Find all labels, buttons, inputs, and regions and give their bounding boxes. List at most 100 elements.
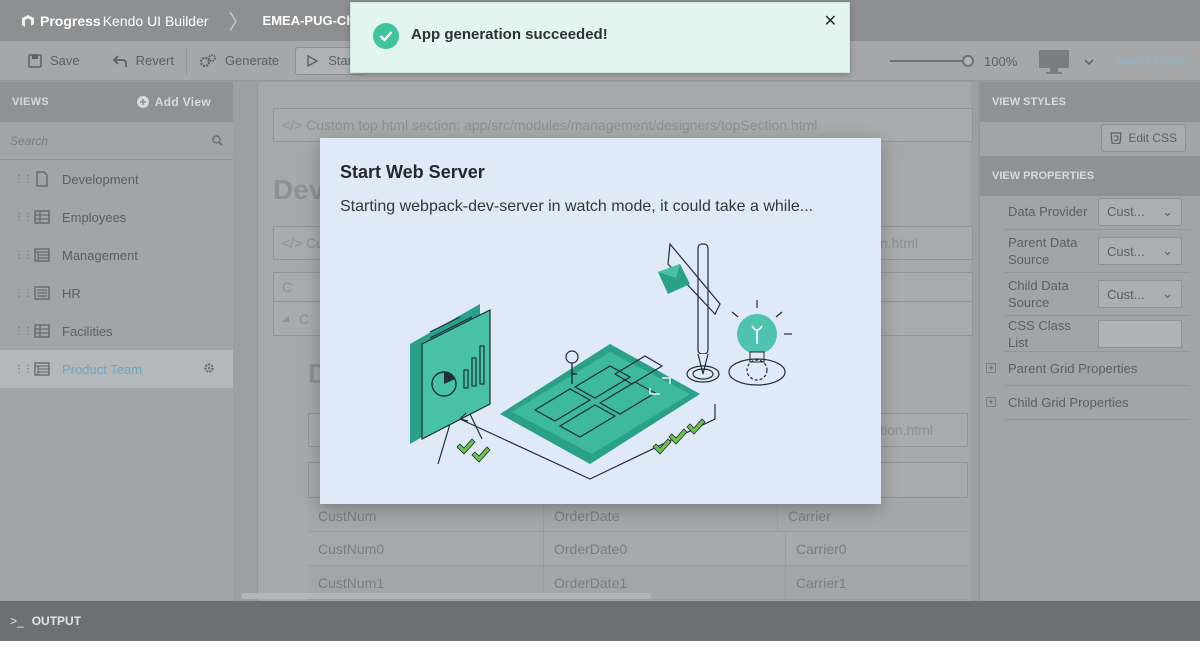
save-button[interactable]: Save [0,41,92,81]
search-icon [212,135,223,146]
view-properties-table: Data Provider Cust... ⌄ Parent Data Sourc… [986,194,1190,420]
child-grid: CustNum OrderDate Carrier CustNum0 Order… [308,500,968,600]
progress-logo-icon [22,14,34,27]
grid-group-cell: C [298,310,310,327]
play-icon [307,54,319,67]
view-item[interactable]: ⋮⋮ Management [0,236,233,274]
collapse-arrow-icon[interactable]: ◢ [282,313,289,324]
view-item-label: Management [62,247,138,263]
grid-header: CustNum OrderDate Carrier [308,500,968,532]
generate-button[interactable]: Generate [187,41,291,81]
revert-label: Revert [135,53,174,68]
properties-panel: VIEW STYLES Edit CSS VIEW PROPERTIES Dat… [979,82,1200,601]
view-properties-header: VIEW PROPERTIES [980,156,1200,196]
prop-label: CSS Class List [1008,317,1071,350]
view-item-label: Development [62,171,139,187]
dialog-title: Start Web Server [340,162,485,182]
custom-section-suffix: n.html [879,235,918,251]
prop-label: Child Data Source [1008,278,1069,310]
css-class-list-input[interactable] [1098,319,1182,348]
drag-handle-icon[interactable]: ⋮⋮ [14,212,33,223]
group-label: Child Grid Properties [1008,395,1129,410]
drag-handle-icon[interactable]: ⋮⋮ [14,288,33,299]
device-selector[interactable] [1038,49,1094,75]
generate-label: Generate [224,53,280,68]
plus-circle-icon [136,96,149,108]
dialog-message: Starting webpack-dev-server in watch mod… [340,198,814,215]
table-cell: Carrier0 [796,540,847,557]
add-view-label: Add View [154,95,211,109]
save-label: Save [50,53,80,68]
view-styles-header: VIEW STYLES [980,82,1200,122]
view-item[interactable]: ⋮⋮ HR [0,274,233,312]
search-placeholder: Search [10,133,49,148]
start-server-dialog: Start Web Server Starting webpack-dev-se… [320,138,881,504]
need-help-link[interactable]: Need Help? [1116,53,1190,69]
view-item[interactable]: ⋮⋮ Development [0,160,233,198]
view-item[interactable]: ⋮⋮ Product Team [0,350,233,388]
master-detail-icon [34,361,50,377]
select-value: Cust... [1107,286,1145,302]
project-name[interactable]: EMEA-PUG-Cha [263,13,362,28]
view-item-label: Employees [62,209,127,225]
output-label: OUTPUT [31,614,82,628]
grid-icon [34,323,50,339]
prop-label: Parent Data Source [1008,235,1078,267]
output-panel-toggle[interactable]: >_ OUTPUT [0,601,1200,641]
terminal-icon: >_ [10,614,24,628]
parent-data-source-select[interactable]: Cust... ⌄ [1098,237,1182,265]
column-header[interactable]: CustNum [308,500,544,531]
column-header[interactable]: OrderDate [544,500,778,531]
views-header: VIEWS Add View [0,82,233,122]
window-bottom-edge [0,641,1200,654]
table-cell: CustNum0 [308,532,544,565]
expand-icon[interactable]: + [986,363,996,373]
chevron-down-icon [1084,59,1094,66]
chevron-down-icon: ⌄ [1162,286,1173,301]
grid-icon [34,209,50,225]
column-header[interactable]: Carrier [778,500,968,531]
expand-icon[interactable]: + [986,397,996,407]
custom-section-prefix: </> Cu [282,235,325,251]
desktop-icon [1039,50,1069,74]
css-icon [1110,132,1123,144]
drag-handle-icon[interactable]: ⋮⋮ [14,364,33,375]
zoom-slider-handle[interactable] [962,55,974,67]
child-custom-section-suffix: ction.html [873,422,933,438]
horizontal-scrollbar[interactable] [241,593,651,599]
parent-grid-properties-group[interactable]: + Parent Grid Properties [986,352,1190,386]
prop-row-child-data-source: Child Data Source Cust... ⌄ [1004,273,1190,316]
prop-row-data-provider: Data Provider Cust... ⌄ [1004,194,1190,230]
grid-header-cell: C [282,279,293,295]
custom-top-section[interactable]: </> Custom top html section: app/src/mod… [273,108,973,142]
revert-button[interactable]: Revert [100,41,186,81]
drag-handle-icon[interactable]: ⋮⋮ [14,250,33,261]
server-illustration [410,242,792,480]
views-search-input[interactable]: Search [0,122,233,160]
child-grid-properties-group[interactable]: + Child Grid Properties [986,386,1190,420]
add-view-button[interactable]: Add View [136,95,211,109]
close-icon[interactable]: ✕ [824,11,837,31]
gear-icon[interactable] [203,362,215,377]
edit-css-button[interactable]: Edit CSS [1101,124,1186,152]
master-detail-icon [34,247,50,263]
brand-name: Progress [40,12,101,29]
product-name: Kendo UI Builder [102,12,209,29]
edit-css-label: Edit CSS [1128,131,1177,145]
views-title: VIEWS [12,96,49,108]
drag-handle-icon[interactable]: ⋮⋮ [14,174,33,185]
success-notification: App generation succeeded! ✕ [350,2,850,73]
drag-handle-icon[interactable]: ⋮⋮ [14,326,33,337]
form-icon [34,285,50,301]
views-panel: VIEWS Add View Search ⋮⋮ Development ⋮⋮ Emp… [0,82,233,601]
breadcrumb-separator: 〉 [228,12,249,34]
zoom-slider[interactable] [890,55,974,67]
undo-icon [112,54,127,67]
data-provider-select[interactable]: Cust... ⌄ [1098,197,1182,226]
child-data-source-select[interactable]: Cust... ⌄ [1098,280,1182,308]
view-item[interactable]: ⋮⋮ Employees [0,198,233,236]
select-value: Cust... [1107,204,1145,219]
app-logo: Progress Kendo UI Builder 〉 EMEA-PUG-Cha [0,6,362,35]
view-item[interactable]: ⋮⋮ Facilities [0,312,233,350]
views-list: ⋮⋮ Development ⋮⋮ Employees ⋮⋮ Management ⋮⋮ HR… [0,160,233,388]
